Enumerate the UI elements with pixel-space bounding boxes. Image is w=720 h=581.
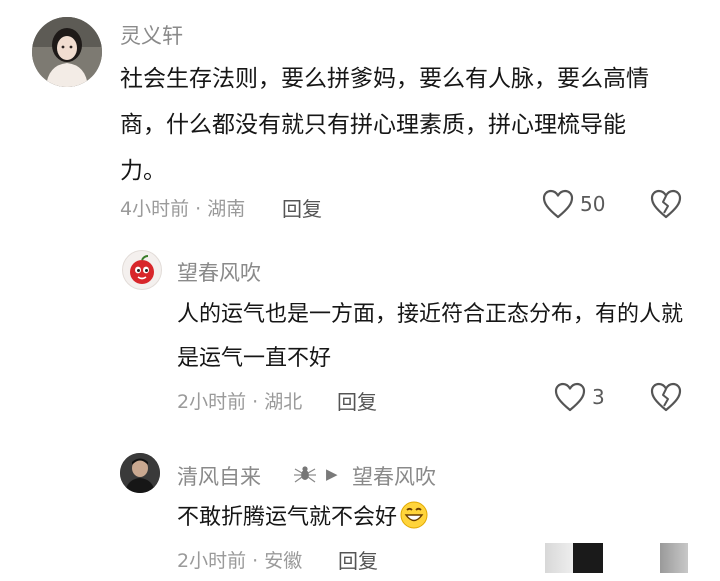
apple-avatar-icon [130, 255, 154, 284]
heart-outline-icon [554, 382, 586, 412]
broken-heart-icon [650, 382, 682, 412]
comment-1-dislike-button[interactable] [650, 189, 682, 223]
comment-3-reply-button[interactable]: 回复 [338, 545, 378, 574]
comment-3-text-content: 不敢折腾运气就不会好 [177, 505, 398, 530]
avatar-comment-3[interactable] [120, 453, 160, 493]
comment-1-like-button[interactable]: 50 [542, 189, 605, 219]
comment-2-meta: 2小时前 · 湖北 [177, 391, 303, 413]
comment-2-username[interactable]: 望春风吹 [177, 257, 261, 287]
spider-badge-icon [292, 462, 318, 490]
obscured-like-icon [545, 543, 573, 573]
heart-outline-icon [542, 189, 574, 219]
obscured-like-count [573, 543, 603, 573]
comment-2-text: 人的运气也是一方面，接近符合正态分布，有的人就是运气一直不好 [177, 302, 684, 371]
comment-3-text: 不敢折腾运气就不会好 [177, 500, 429, 541]
comment-3-reply-to[interactable]: 望春风吹 [352, 461, 436, 491]
comment-1-like-count: 50 [580, 192, 606, 216]
comment-3-meta: 2小时前 · 安徽 [177, 550, 303, 572]
comment-1-text: 社会生存法则，要么拼爹妈，要么有人脉，要么高情商，什么都没有就只有拼心理素质，拼… [120, 66, 649, 184]
avatar-portrait-icon [120, 453, 160, 493]
grinning-emoji-icon [399, 500, 429, 541]
obscured-dislike-icon [660, 543, 688, 573]
comment-3-username[interactable]: 清风自来 [177, 461, 261, 491]
avatar-comment-2[interactable] [122, 250, 162, 290]
right-triangle-icon: ▶ [326, 465, 338, 483]
avatar-portrait-icon [32, 17, 102, 87]
comment-2-reply-button[interactable]: 回复 [337, 386, 377, 415]
broken-heart-icon [650, 189, 682, 219]
comment-2-like-count: 3 [592, 385, 605, 409]
avatar-comment-1[interactable] [32, 17, 102, 87]
comment-1-meta: 4小时前 · 湖南 [120, 198, 246, 220]
comment-1-reply-button[interactable]: 回复 [282, 193, 322, 222]
comment-2-like-button[interactable]: 3 [554, 382, 605, 412]
comment-1-username[interactable]: 灵义轩 [120, 20, 183, 50]
comment-2-dislike-button[interactable] [650, 382, 682, 416]
